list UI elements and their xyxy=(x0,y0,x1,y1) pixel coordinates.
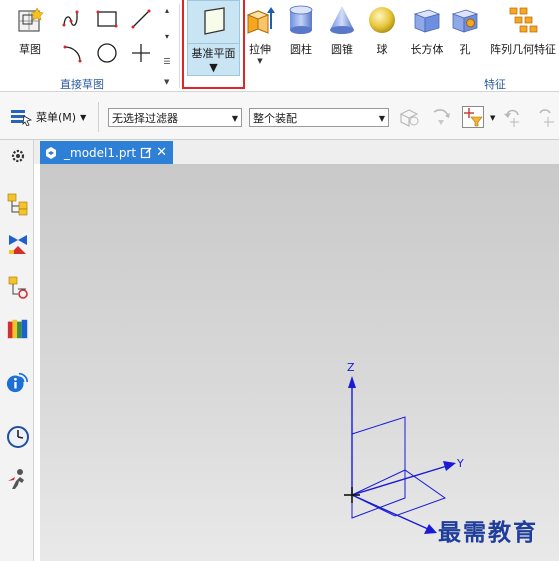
watermark: 最需教育 xyxy=(438,519,538,546)
xz-plane xyxy=(351,416,406,519)
datum-csys[interactable]: Z Y xyxy=(0,0,559,561)
x-axis-arrow xyxy=(424,524,437,534)
y-axis-label: Y xyxy=(456,457,464,470)
z-axis-label: Z xyxy=(347,361,355,374)
xy-plane xyxy=(350,469,447,517)
y-axis-arrow xyxy=(443,461,456,471)
z-axis-arrow xyxy=(348,376,356,388)
x-axis xyxy=(351,494,429,530)
y-axis xyxy=(351,465,448,496)
